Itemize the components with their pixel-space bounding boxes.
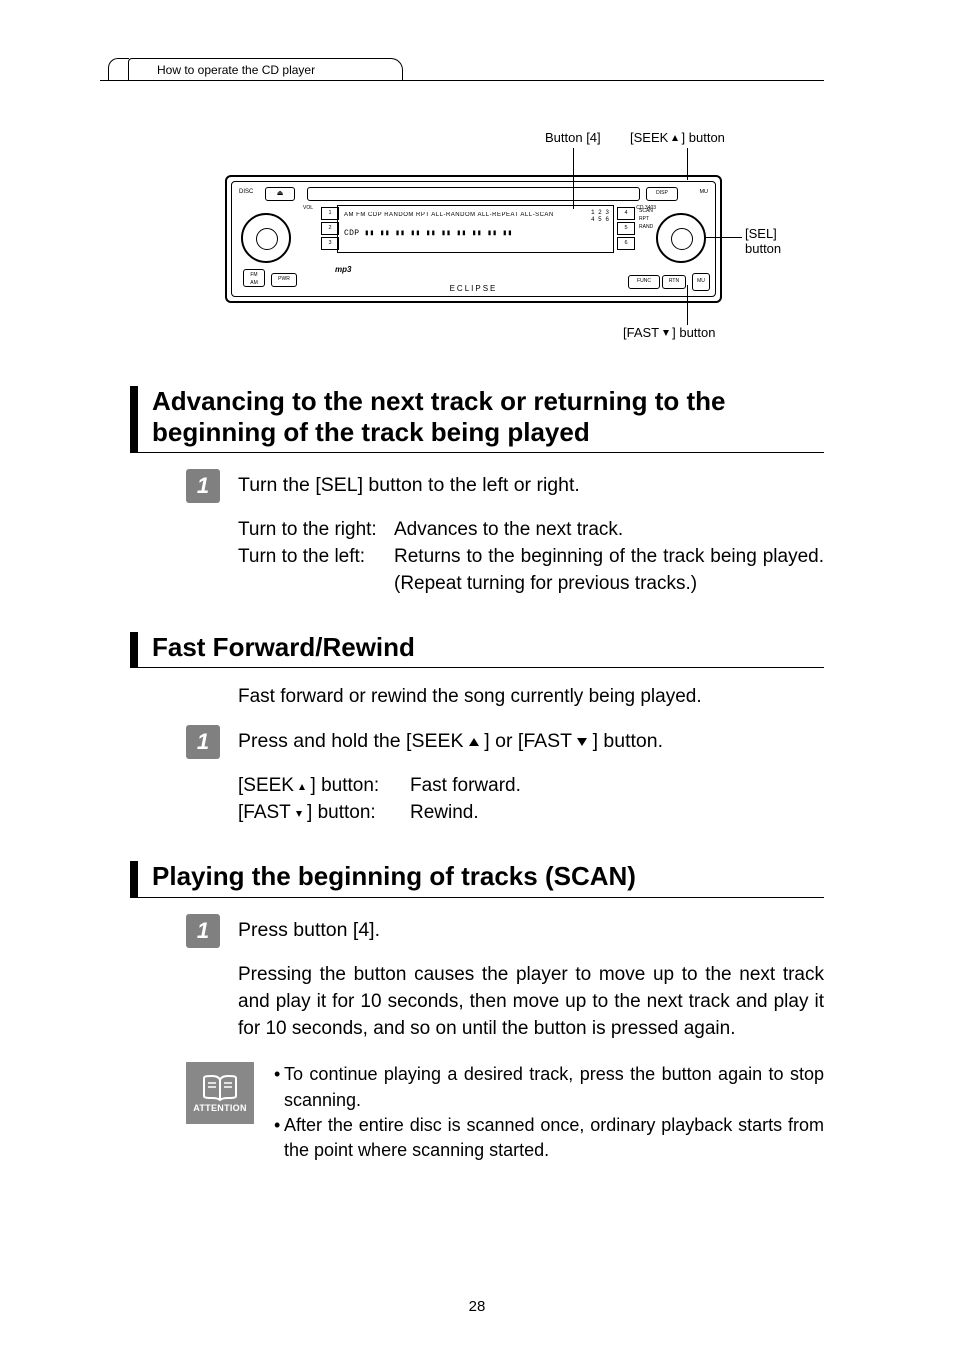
step-title: Press button [4]. [238,914,380,942]
step-number: 1 [186,469,220,503]
disc-label: DISC [239,189,253,195]
bullet-icon: • [274,1113,284,1163]
callout-seek-pre: [SEEK [630,130,672,145]
wedge-down-icon [577,738,587,746]
callout-seek-suf: ] button [678,130,725,145]
lcd-icons-row: AM FM CDP RANDOM RPT ALL-RANDOM ALL-REPE… [344,212,607,218]
heading-scan: Playing the beginning of tracks (SCAN) [130,861,824,897]
bullet-icon: • [274,1062,284,1112]
knob-inner [671,228,693,250]
callout-sel: [SEL] button [745,227,781,257]
step-title: Press and hold the [SEEK ] or [FAST ] bu… [238,725,663,753]
txt: ] button. [587,730,663,752]
stereo-diagram: DISC DISP MU VOL 1 2 3 AM FM CDP RANDOM … [225,175,722,303]
tab-curl [108,58,129,81]
callout-button4: Button [4] [545,130,601,145]
attention-block: ATTENTION • To continue playing a desire… [186,1062,824,1163]
step-title: Turn the [SEL] button to the left or rig… [238,469,580,497]
model-label: CD 3403 [636,205,656,211]
callout-fast: [FAST ] button [623,325,715,340]
wedge-up-icon [469,738,479,746]
top-rule [100,80,824,81]
book-icon [202,1074,238,1102]
heading-ff: Fast Forward/Rewind [130,632,824,668]
volume-knob [241,213,291,263]
disp-button: DISP [646,187,678,201]
section-ff: Fast Forward/Rewind Fast forward or rewi… [130,632,824,827]
row-value: Fast forward. [410,773,824,800]
scan-body: Pressing the button causes the player to… [238,962,824,1043]
callout-seek: [SEEK ] button [630,130,725,145]
section-advance: Advancing to the next track or returning… [130,386,824,598]
step-block: 1 Press and hold the [SEEK ] or [FAST ] … [186,725,824,759]
attention-badge: ATTENTION [186,1062,254,1124]
func-button: FUNC [628,275,660,289]
attention-text: To continue playing a desired track, pre… [284,1062,824,1112]
mu-label: MU [699,189,708,195]
lcd-presets: 1 2 3 4 5 6 [591,210,609,223]
vol-label: VOL [303,205,313,211]
attention-list: • To continue playing a desired track, p… [274,1062,824,1163]
callout-fast-suf: ] button [669,325,716,340]
preset-5: 5 [617,222,635,235]
lcd-digits-row: CDP ▮▮ ▮▮ ▮▮ ▮▮ ▮▮ ▮▮ ▮▮ ▮▮ ▮▮ ▮▮ [344,228,607,238]
knob-inner [256,228,278,250]
callout-fast-pre: [FAST [623,325,663,340]
row: Turn to the left: Returns to the beginni… [238,544,824,598]
attention-item: • To continue playing a desired track, p… [274,1062,824,1112]
row-value: Advances to the next track. [394,517,824,544]
mu-button: MU [692,273,710,291]
step-number: 1 [186,914,220,948]
row-label: [FAST ] button: [238,800,410,827]
attention-item: • After the entire disc is scanned once,… [274,1113,824,1163]
txt: Press and hold the [SEEK [238,730,469,752]
row-label: Turn to the left: [238,544,394,598]
lcd-screen: AM FM CDP RANDOM RPT ALL-RANDOM ALL-REPE… [337,205,614,253]
row-value: Rewind. [410,800,824,827]
step-body: [SEEK ] button: Fast forward. [FAST ] bu… [238,773,824,827]
mp3-label: mp3 [335,265,351,274]
section-scan: Playing the beginning of tracks (SCAN) 1… [130,861,824,1163]
heading-advance: Advancing to the next track or returning… [130,386,824,453]
preset-col-right: 4 5 6 [617,207,635,252]
preset-4: 4 [617,207,635,220]
step-number: 1 [186,725,220,759]
row: [SEEK ] button: Fast forward. [238,773,824,800]
step-block: 1 Press button [4]. [186,914,824,948]
row: Turn to the right: Advances to the next … [238,517,824,544]
row: [FAST ] button: Rewind. [238,800,824,827]
row-label: [SEEK ] button: [238,773,410,800]
content-area: Advancing to the next track or returning… [130,386,824,1197]
attention-text: After the entire disc is scanned once, o… [284,1113,824,1163]
eject-icon [265,187,295,201]
row-value: Returns to the beginning of the track be… [394,544,824,598]
page: How to operate the CD player Button [4] … [0,0,954,1355]
step-body: Turn to the right: Advances to the next … [238,517,824,598]
page-number: 28 [0,1298,954,1315]
intro-ff: Fast forward or rewind the song currentl… [238,684,824,711]
step-block: 1 Turn the [SEL] button to the left or r… [186,469,824,503]
txt: ] or [FAST [479,730,577,752]
row-label: Turn to the right: [238,517,394,544]
disc-slot [307,187,640,201]
preset-6: 6 [617,237,635,250]
breadcrumb: How to operate the CD player [128,58,403,81]
attention-label: ATTENTION [193,1103,247,1113]
sel-knob [656,213,706,263]
rtn-button: RTN [662,275,686,289]
